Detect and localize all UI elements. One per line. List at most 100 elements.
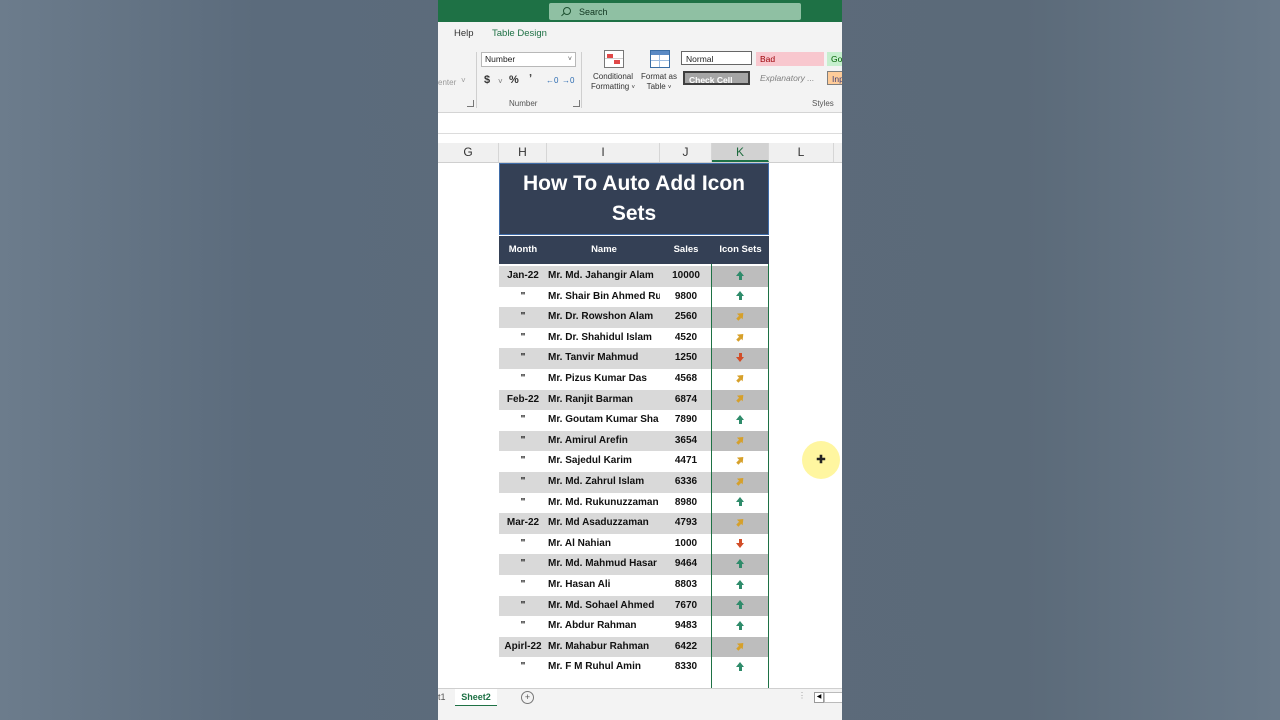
style-input[interactable]: Inp <box>827 71 842 85</box>
style-check-cell[interactable]: Check Cell <box>683 71 750 85</box>
alignment-launcher-icon[interactable] <box>467 100 474 107</box>
header-name[interactable]: Name <box>548 236 660 264</box>
tab-help[interactable]: Help <box>454 28 474 39</box>
table-title[interactable]: How To Auto Add Icon Sets <box>499 163 769 235</box>
formula-bar-area[interactable] <box>438 113 842 134</box>
table-row[interactable]: " Mr. Al Nahian 1000 <box>499 534 769 555</box>
currency-dropdown-icon[interactable]: ˅ <box>498 77 503 86</box>
cell-sales[interactable]: 8803 <box>661 575 711 596</box>
cell-name[interactable]: Mr. F M Ruhul Amin <box>548 657 660 678</box>
cell-sales[interactable]: 8330 <box>661 657 711 678</box>
table-row[interactable]: " Mr. Dr. Shahidul Islam 4520 <box>499 328 769 349</box>
header-sales[interactable]: Sales <box>661 236 711 264</box>
search-box[interactable]: Search <box>549 3 801 20</box>
conditional-formatting-button[interactable]: Conditional Formatting ˅ <box>588 72 638 93</box>
cell-name[interactable]: Mr. Pizus Kumar Das <box>548 369 660 390</box>
cell-icon-set[interactable] <box>712 472 769 493</box>
merge-center-dropdown-icon[interactable]: ˅ <box>461 76 466 85</box>
cell-month[interactable]: " <box>499 657 547 678</box>
table-row[interactable]: " Mr. Pizus Kumar Das 4568 <box>499 369 769 390</box>
number-format-dropdown[interactable]: Number ˅ <box>481 52 576 67</box>
increase-decimal-icon[interactable]: ←0 <box>546 76 558 85</box>
cell-name[interactable]: Mr. Abdur Rahman <box>548 616 660 637</box>
currency-button[interactable]: $ <box>484 74 490 86</box>
cell-icon-set[interactable] <box>712 348 769 369</box>
cell-icon-set[interactable] <box>712 596 769 617</box>
table-row[interactable]: " Mr. Abdur Rahman 9483 <box>499 616 769 637</box>
style-good[interactable]: Go <box>827 52 842 66</box>
cell-sales[interactable]: 9483 <box>661 616 711 637</box>
table-row[interactable]: " Mr. Goutam Kumar Sha 7890 <box>499 410 769 431</box>
cell-icon-set[interactable] <box>712 493 769 514</box>
table-row[interactable]: " Mr. F M Ruhul Amin 8330 <box>499 657 769 678</box>
cell-icon-set[interactable] <box>712 534 769 555</box>
column-header-k[interactable]: K <box>712 143 769 162</box>
cell-icon-set[interactable] <box>712 554 769 575</box>
cell-month[interactable]: " <box>499 616 547 637</box>
cell-sales[interactable]: 4568 <box>661 369 711 390</box>
cell-icon-set[interactable] <box>712 390 769 411</box>
cell-name[interactable]: Mr. Dr. Shahidul Islam <box>548 328 660 349</box>
cell-icon-set[interactable] <box>712 328 769 349</box>
cell-icon-set[interactable] <box>712 657 769 678</box>
table-row[interactable]: " Mr. Md. Rukunuzzaman 8980 <box>499 493 769 514</box>
cell-icon-set[interactable] <box>712 575 769 596</box>
column-header-j[interactable]: J <box>660 143 712 162</box>
column-header-g[interactable]: G <box>438 143 499 162</box>
tab-table-design[interactable]: Table Design <box>492 28 547 39</box>
cell-month[interactable]: " <box>499 328 547 349</box>
cell-icon-set[interactable] <box>712 266 769 287</box>
cell-sales[interactable]: 4520 <box>661 328 711 349</box>
format-as-table-icon[interactable] <box>650 50 670 68</box>
cell-month[interactable]: " <box>499 451 547 472</box>
cell-sales[interactable]: 8980 <box>661 493 711 514</box>
cell-sales[interactable]: 1000 <box>661 534 711 555</box>
style-bad[interactable]: Bad <box>756 52 824 66</box>
cell-icon-set[interactable] <box>712 431 769 452</box>
horizontal-scrollbar[interactable] <box>824 692 842 703</box>
cell-name[interactable]: Mr. Hasan Ali <box>548 575 660 596</box>
cell-name[interactable]: Mr. Md. Rukunuzzaman <box>548 493 660 514</box>
sheet-tab-partial[interactable]: t1 <box>438 689 448 705</box>
cell-sales[interactable]: 9800 <box>661 287 711 308</box>
style-normal[interactable]: Normal <box>681 51 752 65</box>
cell-sales[interactable]: 7890 <box>661 410 711 431</box>
table-row[interactable]: " Mr. Shair Bin Ahmed Ru 9800 <box>499 287 769 308</box>
header-month[interactable]: Month <box>499 236 547 264</box>
number-launcher-icon[interactable] <box>573 100 580 107</box>
cell-icon-set[interactable] <box>712 616 769 637</box>
decrease-decimal-icon[interactable]: →0 <box>562 76 574 85</box>
cell-month[interactable]: " <box>499 575 547 596</box>
cell-icon-set[interactable] <box>712 513 769 534</box>
cell-month[interactable]: " <box>499 410 547 431</box>
table-row[interactable]: " Mr. Sajedul Karim 4471 <box>499 451 769 472</box>
style-explanatory[interactable]: Explanatory ... <box>756 71 826 85</box>
alignment-partial-label[interactable]: enter <box>438 78 456 87</box>
cell-name[interactable]: Mr. Goutam Kumar Sha <box>548 410 660 431</box>
cell-icon-set[interactable] <box>712 287 769 308</box>
cell-icon-set[interactable] <box>712 410 769 431</box>
cell-month[interactable]: " <box>499 534 547 555</box>
table-row[interactable]: " Mr. Hasan Ali 8803 <box>499 575 769 596</box>
column-header-l[interactable]: L <box>769 143 834 162</box>
column-header-i[interactable]: I <box>547 143 660 162</box>
conditional-formatting-icon[interactable] <box>604 50 624 68</box>
cell-icon-set[interactable] <box>712 451 769 472</box>
percent-button[interactable]: % <box>509 74 519 86</box>
cell-month[interactable]: " <box>499 493 547 514</box>
cell-icon-set[interactable] <box>712 637 769 658</box>
add-sheet-icon[interactable]: + <box>521 691 534 704</box>
cell-name[interactable]: Mr. Al Nahian <box>548 534 660 555</box>
cell-name[interactable]: Mr. Sajedul Karim <box>548 451 660 472</box>
cell-month[interactable]: " <box>499 287 547 308</box>
header-icon-sets[interactable]: Icon Sets <box>712 236 769 264</box>
cell-sales[interactable]: 4471 <box>661 451 711 472</box>
comma-style-button[interactable]: ʼ <box>529 73 532 85</box>
sheet-tab-active[interactable]: Sheet2 <box>455 689 497 707</box>
format-as-table-button[interactable]: Format as Table ˅ <box>639 72 679 93</box>
column-header-h[interactable]: H <box>499 143 547 162</box>
cell-month[interactable]: " <box>499 369 547 390</box>
cell-name[interactable]: Mr. Shair Bin Ahmed Ru <box>548 287 660 308</box>
scroll-left-icon[interactable]: ◀ <box>814 692 824 703</box>
cell-icon-set[interactable] <box>712 369 769 390</box>
